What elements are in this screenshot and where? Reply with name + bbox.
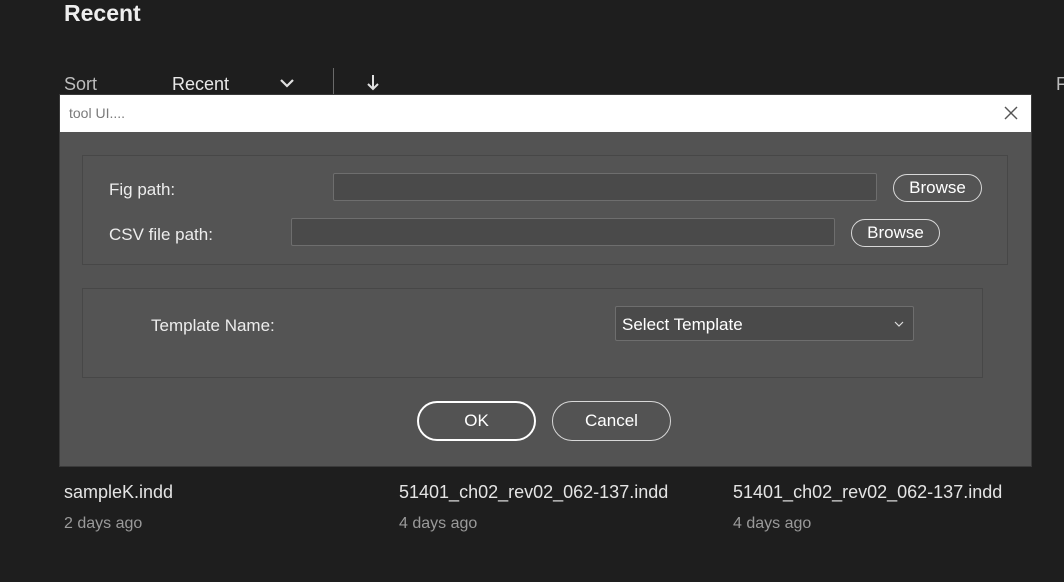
sort-divider <box>333 68 334 96</box>
fig-browse-button[interactable]: Browse <box>893 174 982 202</box>
template-select[interactable]: Select Template <box>615 306 914 341</box>
dialog-titlebar[interactable]: tool UI.... <box>60 95 1031 132</box>
recent-file-card[interactable]: sampleK.indd 2 days ago <box>64 482 173 533</box>
fig-path-label: Fig path: <box>109 180 176 199</box>
close-icon[interactable] <box>1001 103 1021 123</box>
csv-path-label: CSV file path: <box>109 225 213 244</box>
file-name[interactable]: sampleK.indd <box>64 482 173 503</box>
ok-button[interactable]: OK <box>417 401 536 441</box>
tool-dialog: tool UI.... Fig path: Browse CSV file pa… <box>60 95 1031 466</box>
csv-path-input[interactable] <box>291 218 835 246</box>
sort-dropdown-value[interactable]: Recent <box>172 74 229 95</box>
recent-file-card[interactable]: 51401_ch02_rev02_062-137.indd 4 days ago <box>733 482 1002 533</box>
dialog-title: tool UI.... <box>69 105 126 121</box>
file-name[interactable]: 51401_ch02_rev02_062-137.indd <box>399 482 668 503</box>
file-time: 4 days ago <box>399 515 478 532</box>
recent-file-card[interactable]: 51401_ch02_rev02_062-137.indd 4 days ago <box>399 482 668 533</box>
right-edge-label: F <box>1056 74 1064 94</box>
chevron-down-icon <box>894 321 904 327</box>
file-time: 2 days ago <box>64 515 143 532</box>
paths-panel <box>82 155 1008 265</box>
file-name[interactable]: 51401_ch02_rev02_062-137.indd <box>733 482 1002 503</box>
chevron-down-icon[interactable] <box>278 74 296 92</box>
template-select-value: Select Template <box>622 315 743 334</box>
arrow-down-icon[interactable] <box>364 73 382 93</box>
page-title: Recent <box>64 0 141 26</box>
file-time: 4 days ago <box>733 515 812 532</box>
fig-path-input[interactable] <box>333 173 877 201</box>
template-name-label: Template Name: <box>151 316 275 335</box>
cancel-button[interactable]: Cancel <box>552 401 671 441</box>
csv-browse-button[interactable]: Browse <box>851 219 940 247</box>
sort-label: Sort <box>64 74 98 94</box>
